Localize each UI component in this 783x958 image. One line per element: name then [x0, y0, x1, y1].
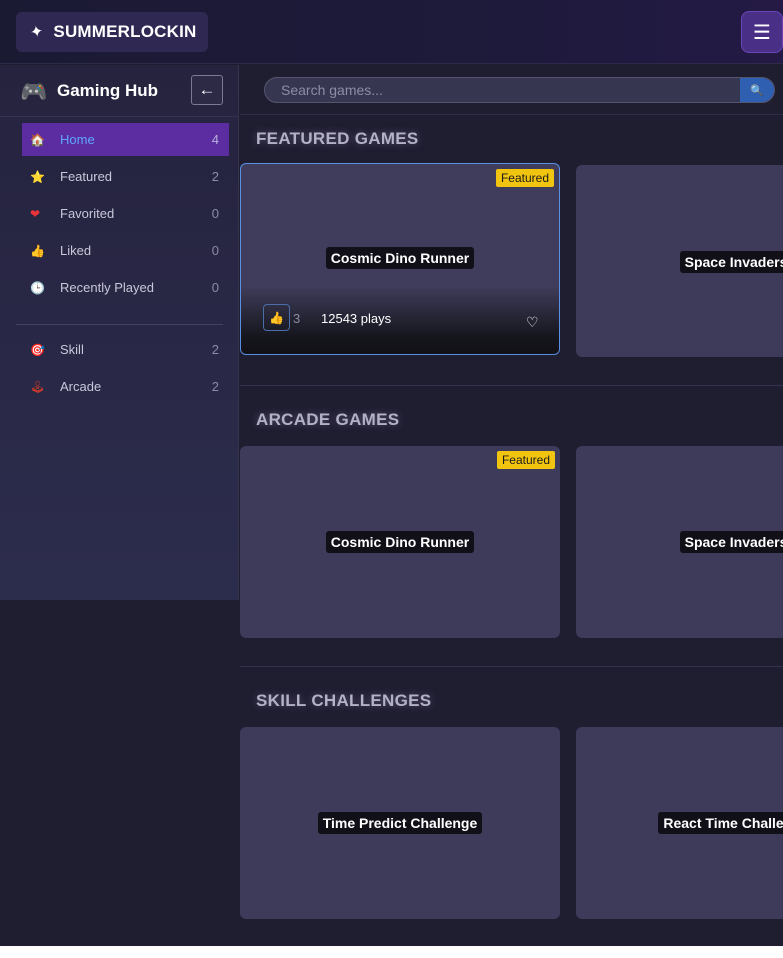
sidebar-item-label: Featured — [60, 169, 113, 184]
section-divider — [240, 385, 783, 386]
star-icon: ⭐ — [30, 169, 45, 184]
sparkle-icon: ✦ — [28, 22, 45, 43]
section-divider — [240, 666, 783, 667]
sidebar-item-count: 0 — [211, 280, 219, 295]
game-card[interactable]: Featured Cosmic Dino Runner 👍 3 12543 pl… — [240, 163, 560, 355]
joystick-icon: 🕹 — [30, 379, 46, 394]
sidebar-item-count: 0 — [211, 206, 219, 221]
like-button[interactable]: 👍 — [263, 304, 290, 331]
game-title: Space Invaders — [576, 251, 783, 273]
favorite-heart-icon[interactable]: ♡ — [526, 314, 539, 331]
sidebar-divider — [16, 324, 223, 325]
sidebar-item-skill[interactable]: 🎯 Skill 2 — [22, 333, 229, 366]
sidebar-item-count: 2 — [211, 379, 219, 394]
search-box: 🔍 — [264, 77, 775, 103]
game-title: Space Invaders — [576, 531, 783, 553]
app-root: ✦ SUMMERLOCKIN ☰ 🎮 Gaming Hub ← 🏠 Home 4… — [0, 0, 783, 946]
section-title-skill: SKILL CHALLENGES — [256, 691, 432, 710]
sidebar: 🎮 Gaming Hub ← 🏠 Home 4 ⭐ Featured 2 ❤ F… — [0, 65, 239, 600]
featured-badge: Featured — [495, 169, 554, 187]
sidebar-item-label: Home — [60, 132, 95, 147]
section-title-arcade: ARCADE GAMES — [256, 410, 400, 429]
target-icon: 🎯 — [30, 342, 45, 357]
sidebar-item-liked[interactable]: 👍 Liked 0 — [22, 234, 229, 267]
search-icon: 🔍 — [750, 84, 764, 97]
sidebar-item-count: 2 — [211, 169, 219, 184]
thumbs-up-icon: 👍 — [30, 243, 45, 258]
game-card[interactable]: Featured Cosmic Dino Runner — [240, 446, 560, 638]
game-card[interactable]: React Time Challenge — [576, 727, 783, 919]
sidebar-title: Gaming Hub — [57, 81, 159, 100]
brand-logo[interactable]: ✦ SUMMERLOCKIN — [16, 12, 208, 52]
like-count: 3 — [293, 311, 301, 326]
thumbs-up-icon: 👍 — [269, 310, 284, 325]
menu-button[interactable]: ☰ — [741, 11, 783, 53]
sidebar-item-label: Liked — [60, 243, 92, 258]
hamburger-menu-icon: ☰ — [753, 21, 771, 44]
arrow-left-icon: ← — [198, 80, 216, 99]
game-card[interactable]: Space Invaders — [576, 165, 783, 357]
sidebar-item-count: 4 — [211, 132, 219, 147]
section-title-featured: FEATURED GAMES — [256, 129, 419, 148]
game-title: Cosmic Dino Runner — [241, 247, 559, 269]
search-input[interactable] — [265, 78, 741, 102]
sidebar-item-label: Recently Played — [60, 280, 154, 295]
game-title: React Time Challenge — [576, 812, 783, 834]
house-icon: 🏠 — [30, 132, 45, 147]
sidebar-item-count: 0 — [211, 243, 219, 258]
play-count: 12543 plays — [321, 311, 392, 326]
sidebar-item-recently-played[interactable]: 🕒 Recently Played 0 — [22, 271, 229, 304]
search-bar: 🔍 — [240, 65, 783, 115]
sidebar-item-featured[interactable]: ⭐ Featured 2 — [22, 160, 229, 193]
sidebar-item-home[interactable]: 🏠 Home 4 — [22, 123, 229, 156]
sidebar-item-count: 2 — [211, 342, 219, 357]
sidebar-item-label: Skill — [60, 342, 84, 357]
game-card[interactable]: Space Invaders — [576, 446, 783, 638]
brand-name: SUMMERLOCKIN — [53, 22, 197, 41]
top-bar: ✦ SUMMERLOCKIN ☰ — [0, 0, 783, 64]
sidebar-item-arcade[interactable]: 🕹 Arcade 2 — [22, 370, 229, 403]
sidebar-item-label: Arcade — [60, 379, 102, 394]
game-title: Cosmic Dino Runner — [240, 531, 560, 553]
heart-icon: ❤ — [30, 206, 41, 221]
game-card[interactable]: Time Predict Challenge — [240, 727, 560, 919]
featured-badge: Featured — [496, 451, 555, 469]
search-button[interactable]: 🔍 — [740, 78, 774, 102]
sidebar-item-favorited[interactable]: ❤ Favorited 0 — [22, 197, 229, 230]
sidebar-item-label: Favorited — [60, 206, 115, 221]
collapse-sidebar-button[interactable]: ← — [191, 75, 223, 105]
sidebar-header: 🎮 Gaming Hub ← — [0, 65, 239, 117]
game-title: Time Predict Challenge — [240, 812, 560, 834]
gamepad-icon: 🎮 — [20, 79, 48, 104]
clock-icon: 🕒 — [30, 280, 45, 295]
